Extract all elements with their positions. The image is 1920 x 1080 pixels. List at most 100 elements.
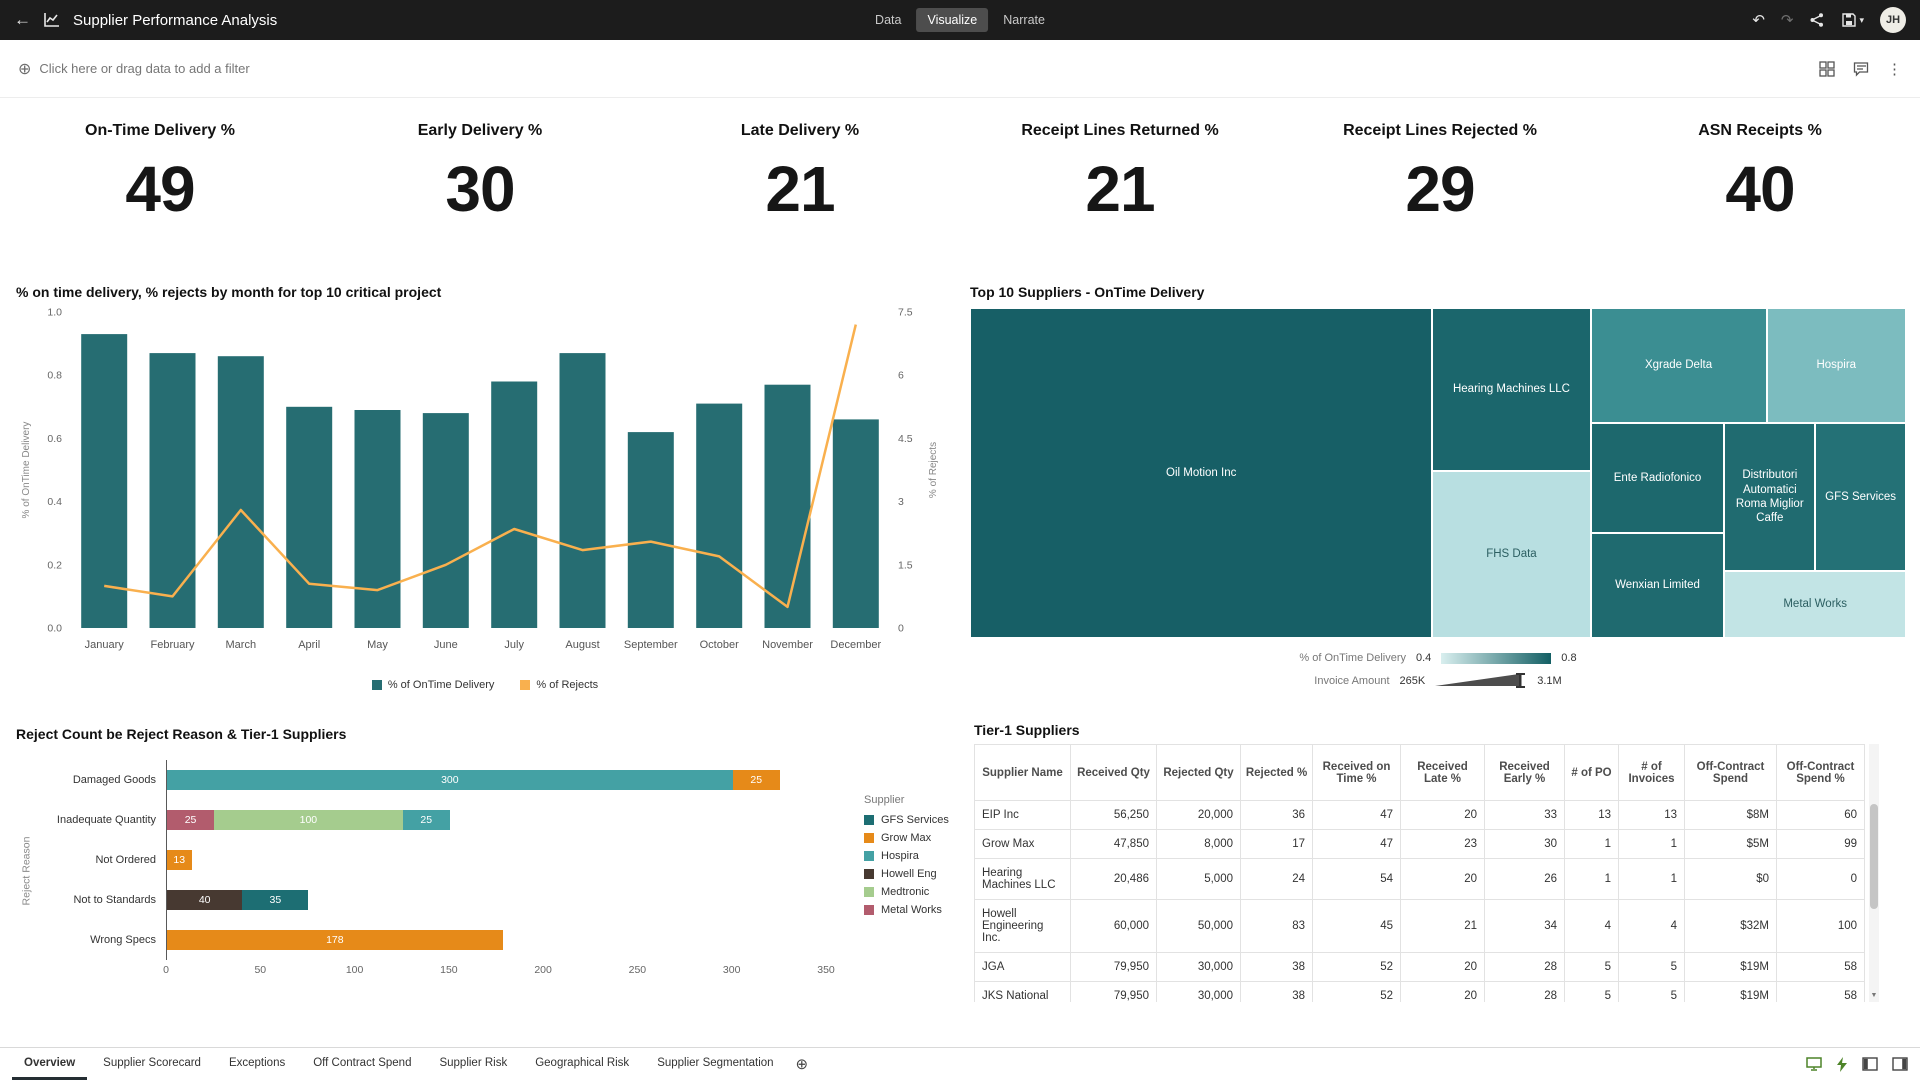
scroll-down-icon[interactable]: ▼ bbox=[1869, 990, 1879, 1002]
column-header-off-contract-spend[interactable]: Off-Contract Spend % bbox=[1777, 745, 1865, 801]
table-row-grow-max[interactable]: Grow Max47,8508,0001747233011$5M99 bbox=[975, 830, 1865, 859]
kpi-tile-early-delivery[interactable]: Early Delivery %30 bbox=[320, 98, 640, 278]
bar-january[interactable] bbox=[81, 334, 127, 628]
treemap-tile-hospira[interactable]: Hospira bbox=[1767, 308, 1906, 423]
column-header-of-invoices[interactable]: # of Invoices bbox=[1619, 745, 1685, 801]
bar-segment-metal-works[interactable]: 25 bbox=[167, 810, 214, 830]
treemap-tile-distributori-automatici-roma-miglior-caffe[interactable]: Distributori Automatici Roma Miglior Caf… bbox=[1724, 423, 1815, 571]
bar-may[interactable] bbox=[355, 410, 401, 628]
comments-icon[interactable] bbox=[1853, 61, 1869, 77]
canvas-tab-geographical-risk[interactable]: Geographical Risk bbox=[523, 1048, 641, 1080]
bar-september[interactable] bbox=[628, 432, 674, 628]
bar-segment-medtronic[interactable]: 100 bbox=[214, 810, 403, 830]
column-header-supplier-name[interactable]: Supplier Name bbox=[975, 745, 1071, 801]
tab-data[interactable]: Data bbox=[864, 8, 912, 32]
table-row-howell-engineering-inc[interactable]: Howell Engineering Inc.60,00050,00083452… bbox=[975, 900, 1865, 953]
ontime-rejects-chart-card[interactable]: % on time delivery, % rejects by month f… bbox=[0, 278, 962, 718]
legend-item-gfs-services[interactable]: GFS Services bbox=[864, 814, 949, 826]
top10-suppliers-treemap-card[interactable]: Top 10 Suppliers - OnTime Delivery Oil M… bbox=[962, 278, 1920, 718]
bar-segment-hospira[interactable]: 300 bbox=[167, 770, 733, 790]
redo-icon[interactable]: ↷ bbox=[1781, 11, 1794, 29]
value-cell: 83 bbox=[1241, 900, 1313, 953]
value-cell: $0 bbox=[1685, 859, 1777, 900]
table-row-hearing-machines-llc[interactable]: Hearing Machines LLC20,4865,000245420261… bbox=[975, 859, 1865, 900]
treemap-tile-gfs-services[interactable]: GFS Services bbox=[1815, 423, 1906, 571]
reject-count-chart-card[interactable]: Reject Count be Reject Reason & Tier-1 S… bbox=[0, 718, 962, 1047]
legend-item-medtronic[interactable]: Medtronic bbox=[864, 886, 949, 898]
save-caret-icon[interactable]: ▾ bbox=[1859, 15, 1864, 26]
treemap-tile-oil-motion-inc[interactable]: Oil Motion Inc bbox=[970, 308, 1432, 638]
back-icon[interactable]: ← bbox=[14, 10, 31, 30]
legend-item-of-rejects[interactable]: % of Rejects bbox=[520, 679, 598, 691]
column-header-rejected-qty[interactable]: Rejected Qty bbox=[1157, 745, 1241, 801]
bar-february[interactable] bbox=[150, 353, 196, 628]
canvas-tab-off-contract-spend[interactable]: Off Contract Spend bbox=[301, 1048, 423, 1080]
canvas-tab-exceptions[interactable]: Exceptions bbox=[217, 1048, 297, 1080]
bar-december[interactable] bbox=[833, 419, 879, 628]
legend-item-hospira[interactable]: Hospira bbox=[864, 850, 949, 862]
grammar-panel-toggle-icon[interactable] bbox=[1862, 1057, 1878, 1071]
bar-august[interactable] bbox=[560, 353, 606, 628]
legend-item-howell-eng[interactable]: Howell Eng bbox=[864, 868, 949, 880]
undo-icon[interactable]: ↶ bbox=[1752, 11, 1765, 29]
scrollbar-thumb[interactable] bbox=[1870, 804, 1878, 909]
rejects-line[interactable] bbox=[104, 325, 856, 607]
column-header-received-on-time[interactable]: Received on Time % bbox=[1313, 745, 1401, 801]
treemap-tile-ente-radiofonico[interactable]: Ente Radiofonico bbox=[1591, 423, 1725, 533]
kpi-tile-receipt-lines-rejected[interactable]: Receipt Lines Rejected %29 bbox=[1280, 98, 1600, 278]
table-scrollbar[interactable]: ▼ bbox=[1869, 744, 1879, 1002]
table-row-jks-national[interactable]: JKS National79,95030,0003852202855$19M58 bbox=[975, 982, 1865, 1003]
size-wedge-icon[interactable] bbox=[1435, 673, 1527, 688]
avatar[interactable]: JH bbox=[1880, 7, 1906, 33]
kpi-tile-on-time-delivery[interactable]: On-Time Delivery %49 bbox=[0, 98, 320, 278]
bar-october[interactable] bbox=[696, 404, 742, 628]
save-icon[interactable]: ▾ bbox=[1841, 12, 1864, 28]
kpi-tile-asn-receipts[interactable]: ASN Receipts %40 bbox=[1600, 98, 1920, 278]
bar-july[interactable] bbox=[491, 382, 537, 629]
add-filter-button[interactable]: ⊕ Click here or drag data to add a filte… bbox=[18, 59, 250, 79]
canvas-tab-supplier-scorecard[interactable]: Supplier Scorecard bbox=[91, 1048, 213, 1080]
column-header-received-late[interactable]: Received Late % bbox=[1401, 745, 1485, 801]
present-mode-icon[interactable] bbox=[1806, 1057, 1822, 1071]
kpi-tile-late-delivery[interactable]: Late Delivery %21 bbox=[640, 98, 960, 278]
add-canvas-icon[interactable]: ⊕ bbox=[786, 1048, 819, 1080]
legend-item-metal-works[interactable]: Metal Works bbox=[864, 904, 949, 916]
legend-item-of-ontime-delivery[interactable]: % of OnTime Delivery bbox=[372, 679, 495, 691]
legend-item-grow-max[interactable]: Grow Max bbox=[864, 832, 949, 844]
treemap-tile-metal-works[interactable]: Metal Works bbox=[1724, 571, 1906, 638]
treemap-tile-wenxian-limited[interactable]: Wenxian Limited bbox=[1591, 533, 1725, 638]
kpi-tile-receipt-lines-returned[interactable]: Receipt Lines Returned %21 bbox=[960, 98, 1280, 278]
column-header-rejected[interactable]: Rejected % bbox=[1241, 745, 1313, 801]
bar-november[interactable] bbox=[765, 385, 811, 628]
tab-narrate[interactable]: Narrate bbox=[992, 8, 1056, 32]
table-row-jga[interactable]: JGA79,95030,0003852202855$19M58 bbox=[975, 953, 1865, 982]
bar-march[interactable] bbox=[218, 356, 264, 628]
properties-panel-toggle-icon[interactable] bbox=[1892, 1057, 1908, 1071]
column-header-received-early[interactable]: Received Early % bbox=[1485, 745, 1565, 801]
bar-june[interactable] bbox=[423, 413, 469, 628]
canvas-tab-supplier-risk[interactable]: Supplier Risk bbox=[427, 1048, 519, 1080]
svg-text:0.8: 0.8 bbox=[47, 370, 62, 382]
canvas-tab-supplier-segmentation[interactable]: Supplier Segmentation bbox=[645, 1048, 785, 1080]
column-header-off-contract-spend[interactable]: Off-Contract Spend bbox=[1685, 745, 1777, 801]
auto-insights-icon[interactable] bbox=[1836, 1057, 1848, 1072]
more-options-icon[interactable]: ⋮ bbox=[1887, 60, 1902, 78]
share-icon[interactable] bbox=[1809, 12, 1825, 28]
column-header-of-po[interactable]: # of PO bbox=[1565, 745, 1619, 801]
bar-april[interactable] bbox=[286, 407, 332, 628]
tab-visualize[interactable]: Visualize bbox=[916, 8, 988, 32]
bar-segment-howell-eng[interactable]: 40 bbox=[167, 890, 242, 910]
treemap-tile-xgrade-delta[interactable]: Xgrade Delta bbox=[1591, 308, 1767, 423]
treemap-tile-fhs-data[interactable]: FHS Data bbox=[1432, 471, 1590, 638]
canvas-settings-icon[interactable] bbox=[1819, 61, 1835, 77]
canvas-tab-overview[interactable]: Overview bbox=[12, 1048, 87, 1080]
bar-segment-gfs-services[interactable]: 35 bbox=[242, 890, 308, 910]
tier1-suppliers-table-card[interactable]: Tier-1 Suppliers Supplier NameReceived Q… bbox=[962, 718, 1920, 1047]
treemap-tile-hearing-machines-llc[interactable]: Hearing Machines LLC bbox=[1432, 308, 1590, 471]
bar-segment-grow-max[interactable]: 178 bbox=[167, 930, 503, 950]
bar-segment-grow-max[interactable]: 13 bbox=[167, 850, 192, 870]
table-row-eip-inc[interactable]: EIP Inc56,25020,000364720331313$8M60 bbox=[975, 801, 1865, 830]
bar-segment-grow-max[interactable]: 25 bbox=[733, 770, 780, 790]
bar-segment-hospira[interactable]: 25 bbox=[403, 810, 450, 830]
column-header-received-qty[interactable]: Received Qty bbox=[1071, 745, 1157, 801]
